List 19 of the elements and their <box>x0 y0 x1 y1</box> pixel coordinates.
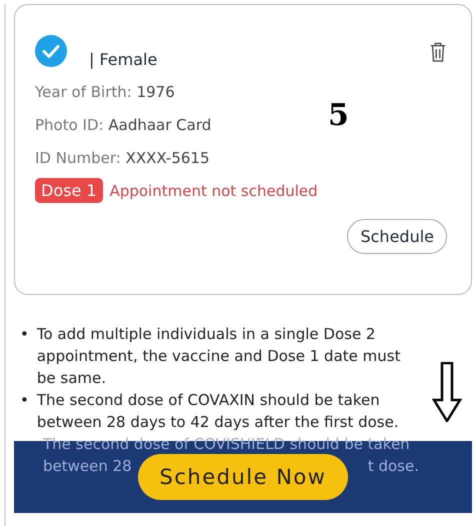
schedule-now-button[interactable]: Schedule Now <box>138 454 348 500</box>
gender-text: | Female <box>89 50 158 69</box>
field-text: Year of Birth: 1976 <box>35 83 175 101</box>
checkbox[interactable] <box>35 35 67 67</box>
bullet-text: • <box>20 390 29 411</box>
annotation-number: 5 <box>328 98 349 133</box>
field-text: Photo ID: Aadhaar Card <box>35 116 212 134</box>
note-text: The second dose of COVISHIELD should be taken <box>43 434 410 455</box>
arrow-drawing <box>432 362 462 422</box>
note-text: t dose. <box>368 456 419 477</box>
schedule-button[interactable]: Schedule <box>347 219 447 254</box>
note-text: To add multiple individuals in a single Dose 2 appointment, the vaccine and Dose 1 date must be same. <box>36 324 402 389</box>
field-text: ID Number: XXXX-5615 <box>35 149 210 167</box>
status-text: Appointment not scheduled <box>110 182 318 200</box>
trash-icon[interactable] <box>429 41 447 63</box>
note-text: The second dose of COVAXIN should be taken between 28 days to 42 days after the first dose. <box>36 390 400 433</box>
dose-badge: Dose 1 <box>35 178 103 203</box>
note-text: between 28 <box>43 456 132 477</box>
bullet-text: • <box>20 324 29 345</box>
